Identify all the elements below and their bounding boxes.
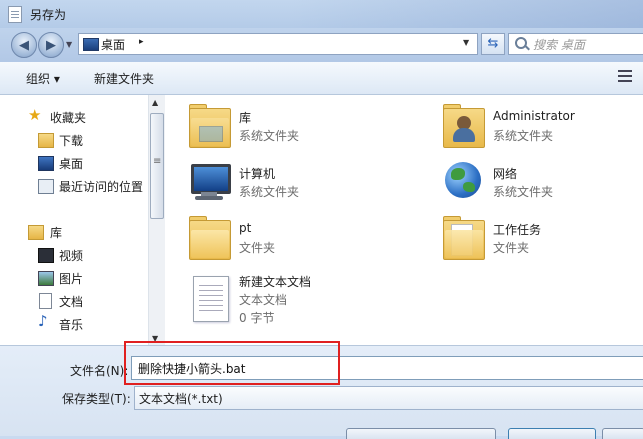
file-name: 网络: [493, 167, 518, 181]
file-type: 系统文件夹: [493, 185, 554, 199]
file-type: 系统文件夹: [239, 129, 300, 143]
forward-button[interactable]: ▶: [38, 32, 64, 58]
desktop-icon: [38, 156, 54, 171]
library-icon: [28, 225, 44, 240]
cancel-button-edge[interactable]: [602, 428, 643, 439]
refresh-icon: ⇆: [487, 36, 499, 51]
picture-icon: [38, 271, 54, 286]
file-size: 0 字节: [239, 311, 275, 325]
sidebar-item-libraries[interactable]: 库: [0, 222, 146, 242]
breadcrumb-chevron-icon[interactable]: ▸: [139, 37, 144, 47]
library-folder-icon: [189, 104, 231, 148]
save-button-edge[interactable]: [508, 428, 596, 439]
filetype-label: 保存类型(T):: [62, 392, 131, 406]
sidebar-item-label: 文档: [59, 295, 84, 309]
file-type: 文件夹: [239, 241, 276, 255]
forward-arrow-icon: ▶: [46, 37, 56, 53]
filename-label: 文件名(N):: [70, 364, 129, 378]
file-name: 新建文本文档: [239, 275, 312, 289]
file-item-computer[interactable]: 计算机 系统文件夹: [185, 156, 415, 208]
sidebar-item-label: 音乐: [59, 318, 84, 332]
back-arrow-icon: ◀: [19, 37, 29, 53]
document-icon: [39, 293, 52, 309]
sidebar-item-label: 最近访问的位置: [59, 180, 144, 194]
file-item-libraries[interactable]: 库 系统文件夹: [185, 100, 415, 152]
file-name: Administrator: [493, 109, 575, 123]
file-item-network[interactable]: 网络 系统文件夹: [439, 156, 639, 208]
computer-icon: [189, 162, 231, 202]
sidebar-item-label: 下载: [59, 134, 84, 148]
file-name: pt: [239, 221, 252, 235]
address-bar[interactable]: 桌面 ▸ ▼: [78, 33, 478, 55]
recent-pages-dropdown-icon[interactable]: ▼: [66, 40, 72, 49]
sidebar-item-desktop[interactable]: 桌面: [0, 153, 146, 173]
star-icon: ★: [28, 106, 42, 124]
search-input[interactable]: 搜索 桌面: [508, 33, 643, 55]
encoding-select-edge[interactable]: [346, 428, 496, 439]
refresh-button[interactable]: ⇆: [481, 33, 505, 55]
file-item-administrator[interactable]: Administrator 系统文件夹: [439, 100, 639, 152]
address-dropdown-icon[interactable]: ▼: [463, 38, 469, 47]
recent-places-icon: [38, 179, 54, 194]
new-folder-button[interactable]: 新建文件夹: [94, 70, 154, 87]
scrollbar-thumb[interactable]: [150, 113, 164, 219]
address-location[interactable]: 桌面: [101, 36, 125, 53]
sidebar-item-label: 库: [50, 226, 63, 240]
file-type: 文件夹: [493, 241, 530, 255]
search-icon: [515, 37, 527, 49]
file-name: 计算机: [239, 167, 276, 181]
sidebar-item-music[interactable]: ♪ 音乐: [0, 314, 146, 334]
file-type: 系统文件夹: [239, 185, 300, 199]
sidebar-item-downloads[interactable]: 下载: [0, 130, 146, 150]
sidebar-item-label: 桌面: [59, 157, 84, 171]
desktop-icon: [83, 38, 99, 51]
text-file-icon: [193, 276, 229, 322]
sidebar-item-label: 视频: [59, 249, 84, 263]
scroll-up-icon[interactable]: ▲: [152, 98, 158, 107]
filetype-select[interactable]: 文本文档(*.txt): [134, 386, 643, 410]
title-bar-background: [290, 0, 643, 28]
sidebar-item-label: 图片: [59, 272, 84, 286]
sidebar-item-videos[interactable]: 视频: [0, 245, 146, 265]
folder-icon: [443, 216, 485, 260]
notepad-icon: [8, 6, 22, 23]
download-folder-icon: [38, 133, 54, 148]
sidebar-item-documents[interactable]: 文档: [0, 291, 146, 311]
sidebar-item-label: 收藏夹: [50, 111, 87, 125]
file-name: 工作任务: [493, 223, 542, 237]
back-button[interactable]: ◀: [11, 32, 37, 58]
filetype-value[interactable]: 文本文档(*.txt): [139, 390, 223, 407]
network-globe-icon: [443, 160, 485, 202]
file-item-work-tasks[interactable]: 工作任务 文件夹: [439, 212, 639, 264]
user-folder-icon: [443, 104, 485, 148]
file-item-new-text-document[interactable]: 新建文本文档 文本文档 0 字节: [185, 268, 415, 328]
highlight-annotation-box: [124, 341, 340, 385]
music-icon: ♪: [38, 312, 48, 330]
sidebar-item-favorites[interactable]: ★ 收藏夹: [0, 107, 146, 127]
window-title: 另存为: [30, 8, 67, 22]
change-view-icon[interactable]: [618, 70, 632, 82]
file-item-pt[interactable]: pt 文件夹: [185, 212, 415, 264]
file-type: 系统文件夹: [493, 129, 554, 143]
organize-button[interactable]: 组织 ▾: [26, 70, 60, 87]
sidebar-item-pictures[interactable]: 图片: [0, 268, 146, 288]
search-placeholder: 搜索 桌面: [533, 38, 585, 52]
sidebar-item-recent-places[interactable]: 最近访问的位置: [0, 176, 146, 196]
file-name: 库: [239, 111, 252, 125]
video-icon: [38, 248, 54, 263]
file-type: 文本文档: [239, 293, 288, 307]
folder-icon: [189, 216, 231, 260]
